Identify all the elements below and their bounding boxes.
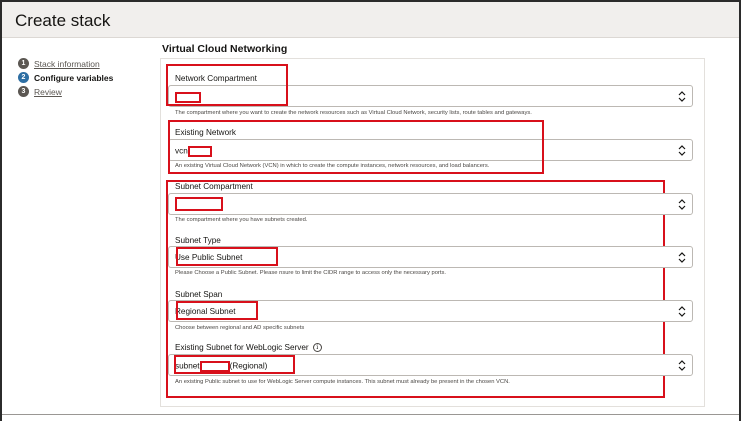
network-compartment-help: The compartment where you want to create… xyxy=(175,110,532,116)
existing-subnet-label: Existing Subnet for WebLogic Server i xyxy=(175,343,322,353)
subnet-compartment-select[interactable] xyxy=(168,193,693,215)
subnet-compartment-help: The compartment where you have subnets c… xyxy=(175,217,308,223)
section-title: Virtual Cloud Networking xyxy=(162,43,288,55)
highlight-box xyxy=(174,355,295,374)
subnet-compartment-label: Subnet Compartment xyxy=(175,182,253,191)
step-number: 2 xyxy=(18,72,29,83)
subnet-span-help: Choose between regional and AD specific … xyxy=(175,325,305,331)
step-label[interactable]: Stack information xyxy=(34,59,100,69)
subnet-type-help: Please Choose a Public Subnet. Please ns… xyxy=(175,270,446,276)
step-configure-variables: 2 Configure variables xyxy=(18,72,113,83)
highlight-box xyxy=(176,247,278,266)
highlight-box xyxy=(176,301,258,320)
step-label: Configure variables xyxy=(34,72,114,83)
existing-subnet-help: An existing Public subnet to use for Web… xyxy=(175,379,510,385)
chevron-up-down-icon xyxy=(678,91,686,102)
chevron-up-down-icon xyxy=(678,252,686,263)
step-stack-information[interactable]: 1 Stack information xyxy=(18,58,100,69)
chevron-up-down-icon xyxy=(678,360,686,371)
chevron-up-down-icon xyxy=(678,145,686,156)
info-circle-icon[interactable]: i xyxy=(312,343,322,353)
step-review[interactable]: 3 Review xyxy=(18,86,62,97)
subnet-type-label: Subnet Type xyxy=(175,236,221,245)
page-title: Create stack xyxy=(15,11,111,30)
subnet-span-label: Subnet Span xyxy=(175,290,223,299)
chevron-up-down-icon xyxy=(678,199,686,210)
redacted-value xyxy=(175,197,223,211)
existing-subnet-label-text: Existing Subnet for WebLogic Server xyxy=(175,343,309,352)
subnet-compartment-value xyxy=(175,197,223,211)
highlight-box xyxy=(166,64,288,106)
step-number: 3 xyxy=(18,86,29,97)
page-header: Create stack xyxy=(2,2,739,38)
chevron-up-down-icon xyxy=(678,306,686,317)
step-label[interactable]: Review xyxy=(34,87,62,97)
step-number: 1 xyxy=(18,58,29,69)
highlight-box xyxy=(168,120,544,174)
bottom-divider xyxy=(2,414,739,415)
